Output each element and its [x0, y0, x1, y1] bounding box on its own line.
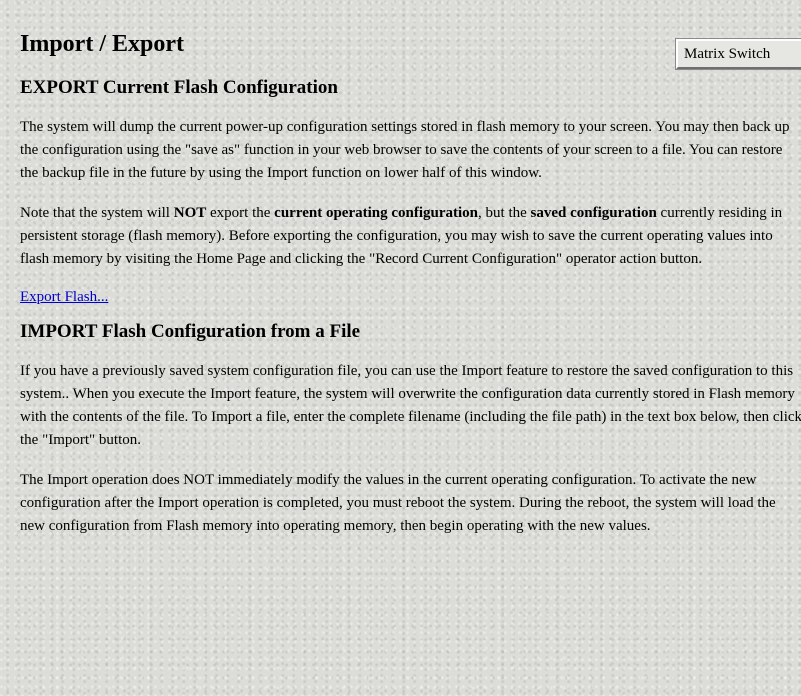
main-content: Import / Export EXPORT Current Flash Con… — [20, 26, 801, 555]
export-note-saved-config: saved configuration — [530, 205, 657, 221]
import-description: If you have a previously saved system co… — [20, 363, 801, 448]
export-flash-link[interactable]: Export Flash... — [20, 289, 108, 306]
export-note-current-config: current operating configuration — [274, 205, 479, 221]
export-note-text-3: , but the — [478, 205, 531, 221]
export-description: The system will dump the current power-u… — [20, 119, 790, 181]
export-note-text-2: export the — [206, 205, 275, 221]
export-note: Note that the system will NOT export the… — [20, 202, 801, 271]
import-note: The Import operation does NOT immediatel… — [20, 472, 776, 534]
export-note-not: NOT — [173, 205, 207, 221]
export-section-heading: EXPORT Current Flash Configuration — [20, 77, 338, 98]
export-note-text-1: Note that the system will — [20, 205, 174, 221]
page-title: Import / Export — [20, 31, 184, 57]
import-section-heading: IMPORT Flash Configuration from a File — [20, 321, 361, 342]
